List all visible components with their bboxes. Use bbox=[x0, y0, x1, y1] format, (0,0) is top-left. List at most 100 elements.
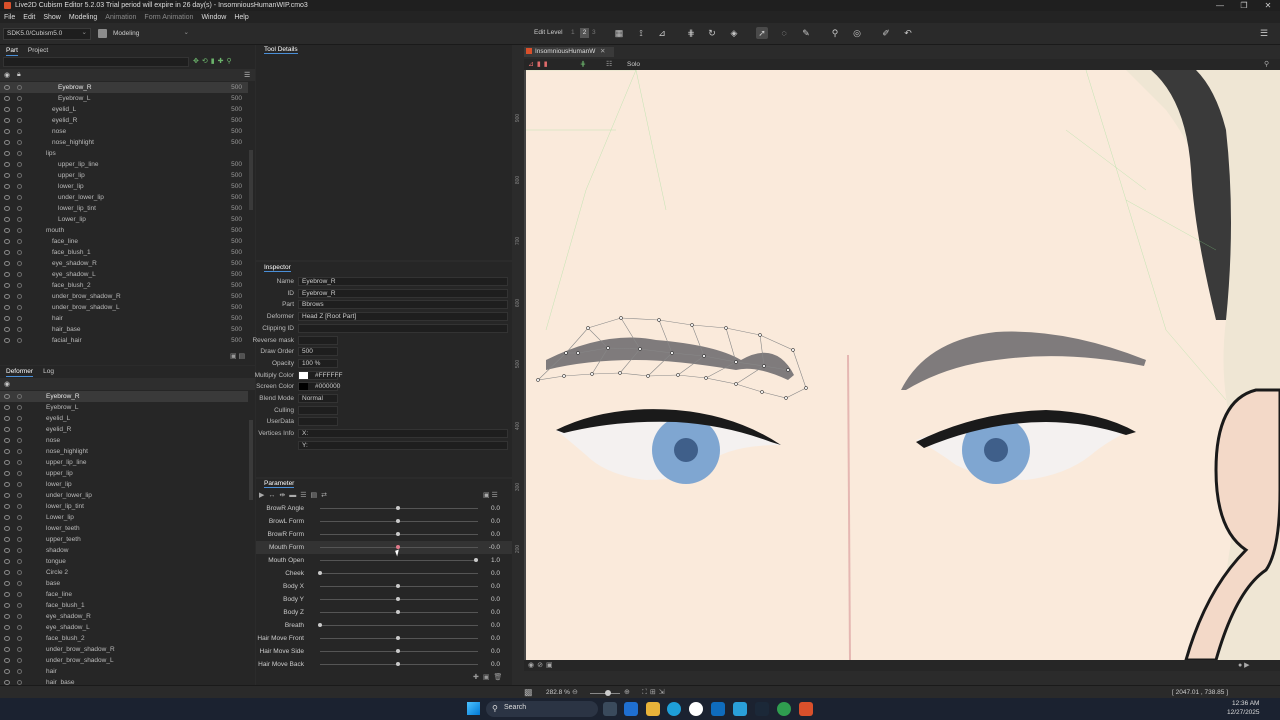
inspector-field[interactable]: Bbrows bbox=[298, 300, 508, 310]
lock-icon[interactable] bbox=[17, 305, 22, 310]
parameter-value[interactable]: 1.0 bbox=[491, 554, 500, 567]
part-row[interactable]: under_brow_shadow_L 500 bbox=[0, 302, 248, 313]
inspector-field[interactable]: X: bbox=[298, 429, 508, 439]
eye-icon[interactable] bbox=[4, 592, 10, 597]
canvas-grid-icon[interactable]: ⋕ bbox=[580, 60, 586, 68]
lock-icon[interactable] bbox=[17, 460, 22, 465]
lock-icon[interactable] bbox=[17, 449, 22, 454]
tab-project[interactable]: Project bbox=[28, 46, 48, 56]
part-row[interactable]: Lower_lip 500 bbox=[0, 214, 248, 225]
canvas-view-icons[interactable]: ⊿▮▮ bbox=[528, 60, 551, 68]
steam-icon[interactable] bbox=[755, 702, 769, 716]
lock-icon[interactable] bbox=[17, 217, 22, 222]
eye-icon[interactable] bbox=[4, 658, 10, 663]
eye-icon[interactable] bbox=[4, 228, 10, 233]
deformer-row[interactable]: eye_shadow_R bbox=[0, 611, 248, 622]
brush-icon[interactable]: ✎ bbox=[800, 27, 812, 39]
tab-deformer[interactable]: Deformer bbox=[6, 367, 34, 377]
eye-icon[interactable] bbox=[4, 570, 10, 575]
glue-icon[interactable]: ⊿ bbox=[656, 27, 668, 39]
lock-icon[interactable] bbox=[17, 570, 22, 575]
parameter-slider-thumb[interactable] bbox=[396, 545, 400, 549]
cubism-taskbar-icon[interactable] bbox=[799, 702, 813, 716]
eye-icon[interactable] bbox=[4, 471, 10, 476]
part-row[interactable]: upper_lip_line 500 bbox=[0, 159, 248, 170]
parameter-row[interactable]: Mouth Form -0.0 bbox=[256, 541, 512, 554]
outlook-icon[interactable] bbox=[711, 702, 725, 716]
lock-icon[interactable] bbox=[17, 283, 22, 288]
eye-icon[interactable] bbox=[4, 515, 10, 520]
parameter-row[interactable]: Hair Move Side 0.0 bbox=[256, 645, 512, 658]
eye-icon[interactable] bbox=[4, 504, 10, 509]
color-swatch[interactable] bbox=[299, 371, 308, 379]
parameter-row[interactable]: Body X 0.0 bbox=[256, 580, 512, 593]
lock-icon[interactable] bbox=[17, 184, 22, 189]
eye-icon[interactable] bbox=[4, 206, 10, 211]
lock-icon[interactable] bbox=[17, 482, 22, 487]
parameter-slider-thumb[interactable] bbox=[396, 532, 400, 536]
eye-icon[interactable] bbox=[4, 261, 10, 266]
parameter-value[interactable]: 0.0 bbox=[491, 645, 500, 658]
edit-level-2[interactable]: 2 bbox=[580, 28, 589, 38]
menu-help[interactable]: Help bbox=[234, 14, 248, 21]
canvas-pin-icon[interactable]: ⚲ bbox=[1264, 60, 1269, 68]
part-row[interactable]: nose_highlight 500 bbox=[0, 137, 248, 148]
parameter-toolbar-icons[interactable]: ▶↔⇹▬☰▤⇄ bbox=[259, 491, 359, 501]
close-button[interactable]: ✕ bbox=[1256, 0, 1280, 11]
lock-icon[interactable] bbox=[17, 658, 22, 663]
parameter-slider[interactable] bbox=[320, 560, 478, 561]
app-green-icon[interactable] bbox=[777, 702, 791, 716]
part-row[interactable]: nose 500 bbox=[0, 126, 248, 137]
eye-icon[interactable] bbox=[4, 669, 10, 674]
mesh-edit-icon[interactable]: ▦ bbox=[613, 27, 625, 39]
menu-show[interactable]: Show bbox=[43, 14, 61, 21]
lock-icon[interactable] bbox=[17, 581, 22, 586]
parameter-menu-icons[interactable]: ▣ ☰ bbox=[483, 491, 509, 501]
parameter-slider-thumb[interactable] bbox=[396, 519, 400, 523]
lock-icon[interactable] bbox=[17, 239, 22, 244]
canvas-bottom-icons[interactable]: ◉⊘▣ bbox=[528, 661, 556, 669]
lasso-icon[interactable]: ◌ bbox=[778, 27, 790, 39]
part-row[interactable]: lower_lip_tint 500 bbox=[0, 203, 248, 214]
parameter-value[interactable]: 0.0 bbox=[491, 502, 500, 515]
eye-icon[interactable] bbox=[4, 129, 10, 134]
deformer-scrollbar[interactable] bbox=[249, 420, 253, 500]
menu-form-animation[interactable]: Form Animation bbox=[144, 14, 193, 21]
parameter-slider-thumb[interactable] bbox=[318, 623, 322, 627]
eye-icon[interactable] bbox=[4, 272, 10, 277]
parameter-value[interactable]: 0.0 bbox=[491, 606, 500, 619]
eye-icon[interactable] bbox=[4, 217, 10, 222]
lock-icon[interactable] bbox=[17, 636, 22, 641]
deformer-row[interactable]: nose bbox=[0, 435, 248, 446]
pin-icon[interactable]: ⚲ bbox=[829, 27, 841, 39]
lock-icon[interactable] bbox=[17, 162, 22, 167]
part-row[interactable]: face_line 500 bbox=[0, 236, 248, 247]
canvas-viewport[interactable] bbox=[526, 70, 1280, 660]
deformer-row[interactable]: lower_teeth bbox=[0, 523, 248, 534]
lock-icon[interactable] bbox=[17, 96, 22, 101]
parameter-slider[interactable] bbox=[320, 625, 478, 626]
parameter-value[interactable]: 0.0 bbox=[491, 515, 500, 528]
lock-icon[interactable] bbox=[17, 559, 22, 564]
lock-icon[interactable] bbox=[17, 85, 22, 90]
lock-icon[interactable] bbox=[17, 504, 22, 509]
eye-icon[interactable] bbox=[4, 548, 10, 553]
rotate-icon[interactable]: ↻ bbox=[706, 27, 718, 39]
parameter-value[interactable]: 0.0 bbox=[491, 632, 500, 645]
part-row[interactable]: lips bbox=[0, 148, 248, 159]
part-menu-icon[interactable]: ☰ bbox=[244, 71, 250, 79]
deformer-row[interactable]: eyelid_R bbox=[0, 424, 248, 435]
lock-icon[interactable] bbox=[17, 140, 22, 145]
deformer-row[interactable]: eyelid_L bbox=[0, 413, 248, 424]
part-row[interactable]: Eyebrow_R 500 bbox=[0, 82, 248, 93]
task-view-icon[interactable] bbox=[603, 702, 617, 716]
eye-icon[interactable] bbox=[4, 438, 10, 443]
lock-icon[interactable] bbox=[17, 405, 22, 410]
solo-label[interactable]: Solo bbox=[627, 59, 640, 70]
menu-animation[interactable]: Animation bbox=[105, 14, 136, 21]
parameter-slider[interactable] bbox=[320, 573, 478, 574]
parameter-row[interactable]: BrowR Form 0.0 bbox=[256, 528, 512, 541]
warp-icon[interactable]: ◈ bbox=[728, 27, 740, 39]
deformer-row[interactable]: face_line bbox=[0, 589, 248, 600]
parameter-row[interactable]: BrowR Angle 0.0 bbox=[256, 502, 512, 515]
